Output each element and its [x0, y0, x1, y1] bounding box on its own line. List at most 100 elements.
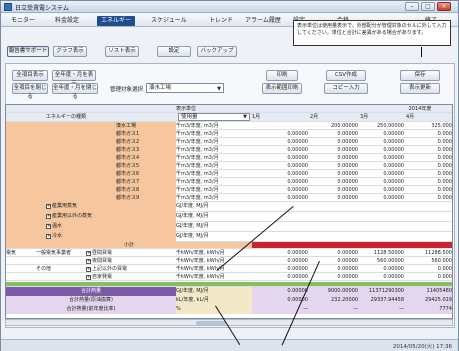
category-cell [6, 162, 116, 170]
all-collapse-button[interactable]: 全項目を閉じる [12, 83, 48, 100]
table-row: 電気 一般電気事業者 +昼間買電 千kWh/年度, kWh/月 0.00000 0.000… [6, 249, 452, 257]
all-year-month-button[interactable]: 全年度・月を表示 [52, 70, 96, 87]
category-cell [6, 222, 46, 232]
menu-alarm-history[interactable]: アラーム履歴 [241, 16, 285, 26]
unit-cell: GJ/年度, MJ/月 [176, 213, 209, 219]
value-cell: 0.00000 [337, 147, 358, 153]
save-button[interactable]: 保存 [400, 70, 440, 81]
value-cell: 0.000 [437, 195, 452, 201]
expand-icon[interactable]: + [46, 204, 51, 209]
value-cell: 0.00000 [337, 195, 358, 201]
value-cell [360, 212, 406, 220]
value-cell [360, 232, 406, 240]
value-cell: 0.00000 [287, 139, 308, 145]
table-row: 都市ガス1 千m3/年度, m3/月 0.00000 0.00000 0.00000 0.… [6, 130, 452, 138]
value-cell [310, 232, 360, 240]
table-header-row: 表示単位 2014年度 [6, 105, 452, 113]
unit-cell: kL/年度, kL/月 [176, 296, 252, 305]
table-row: +温水 GJ/年度, MJ/月 [6, 222, 452, 232]
unit-cell: 千m3/年度, m3/月 [176, 139, 219, 145]
unit-cell: GJ/年度, MJ/月 [176, 233, 209, 239]
year-month-close-button[interactable]: 全年度・月を閉じる [52, 83, 98, 100]
expand-icon[interactable]: + [46, 224, 51, 229]
all-expand-button[interactable]: 全項目表示 [12, 70, 48, 81]
expand-icon[interactable]: + [86, 267, 91, 272]
category-cell [6, 212, 46, 222]
menu-schedule[interactable]: スケジュール [147, 16, 191, 26]
total-row: 合計熱量(前年度比率)% — — —7774 [6, 305, 452, 314]
value-cell: 0.00000 [383, 266, 404, 272]
category-cell [6, 178, 116, 186]
month-header: 1月 [252, 114, 261, 120]
unit-cell: GJ/年度, MJ/月 [176, 287, 252, 296]
target-select[interactable]: 湊水工場 ▼ [146, 83, 224, 93]
unit-select[interactable]: 使用量 ▼ [178, 113, 250, 121]
value-cell [360, 202, 406, 210]
unit-cell: 千m3/年度, m3/月 [176, 155, 219, 161]
expand-icon[interactable]: + [46, 214, 51, 219]
value-cell: 0.000 [437, 147, 452, 153]
chevron-down-icon: ▼ [217, 86, 221, 92]
list-view-button[interactable]: リスト表示 [105, 46, 139, 57]
value-cell: 560.000 [431, 258, 452, 264]
value-cell: — [310, 305, 360, 314]
refresh-button[interactable]: 表示更新 [400, 83, 440, 94]
value-cell: 0.000 [437, 274, 452, 280]
electric-category: 電気 [6, 250, 17, 256]
expand-icon[interactable]: + [86, 275, 91, 280]
value-cell: 0.00000 [337, 171, 358, 177]
value-cell: 0.000 [437, 187, 452, 193]
value-cell: 0.00000 [287, 163, 308, 169]
month-header: 4月 [406, 114, 415, 120]
unit-cell: 千m3/年度, m3/月 [176, 171, 219, 177]
category-cell [6, 232, 46, 242]
value-cell: 0.00000 [337, 274, 358, 280]
group-label-text: 産業用以外の蒸気 [52, 213, 93, 219]
category-cell [6, 130, 116, 138]
value-cell: 0.00000 [287, 171, 308, 177]
expand-icon[interactable]: + [86, 259, 91, 264]
value-cell: 0.00000 [383, 147, 404, 153]
table-row: 都市ガス9 千m3/年度, m3/月 0.00000 0.00000 0.00000 0.… [6, 194, 452, 202]
copy-input-button[interactable]: コピー入力 [324, 83, 368, 94]
graph-view-button[interactable]: グラフ表示 [53, 46, 87, 57]
value-cell: 0.00000 [287, 147, 308, 153]
close-button[interactable]: × [437, 2, 451, 11]
timestamp: 2014/05/20(火) 17:36 [392, 344, 452, 350]
menu-trend[interactable]: トレンド [205, 16, 237, 26]
total-row: 合計熱量(原油換算) kL/年度, kL/月 0.00000 232.20000 293… [6, 296, 452, 305]
value-cell: 0.00000 [337, 155, 358, 161]
unit-cell: GJ/年度, MJ/月 [176, 223, 209, 229]
print-button[interactable]: 印刷 [266, 70, 298, 81]
expand-icon[interactable]: + [46, 234, 51, 239]
csv-button[interactable]: CSV作成 [326, 70, 366, 81]
scroll-thumb[interactable] [196, 321, 226, 325]
row-label: 都市ガス3 [116, 146, 176, 154]
value-cell: 0.00000 [337, 250, 358, 256]
value-cell [252, 202, 310, 210]
report-support-button[interactable]: 報告書サポート [7, 46, 49, 57]
value-cell: 0.00000 [383, 139, 404, 145]
value-cell: 560.00000 [376, 258, 404, 264]
energy-type-header: エネルギーの種類 [46, 114, 87, 120]
year-header: 2014年度 [408, 106, 432, 112]
table-print-button[interactable]: 表示範囲印刷 [262, 83, 302, 94]
target-label: 管理対象選択 [110, 87, 144, 93]
menu-energy[interactable]: エネルギー [97, 16, 136, 26]
total-row: 合計熱量 GJ/年度, MJ/月 0.00000 9000.00000 11371290… [6, 287, 452, 296]
table-row: 都市ガス6 千m3/年度, m3/月 0.00000 0.00000 0.00000 0.… [6, 170, 452, 178]
maximize-button[interactable]: □ [421, 2, 435, 11]
row-label: 都市ガス4 [116, 154, 176, 162]
value-cell [310, 222, 360, 230]
minimize-button[interactable]: – [405, 2, 419, 11]
settings-button[interactable]: 設定 [157, 46, 191, 57]
row-label: 都市ガス1 [116, 130, 176, 138]
unit-cell: 千m3/年度, m3/月 [176, 131, 219, 137]
backup-button[interactable]: バックアップ [197, 46, 237, 57]
menu-rate-settings[interactable]: 料金設定 [51, 16, 83, 26]
value-cell: 0.00000 [383, 155, 404, 161]
table-row: +冷水 GJ/年度, MJ/月 [6, 232, 452, 242]
horizontal-scrollbar[interactable] [5, 319, 453, 326]
expand-icon[interactable]: + [86, 251, 91, 256]
menu-monitor[interactable]: モニター [7, 16, 39, 26]
